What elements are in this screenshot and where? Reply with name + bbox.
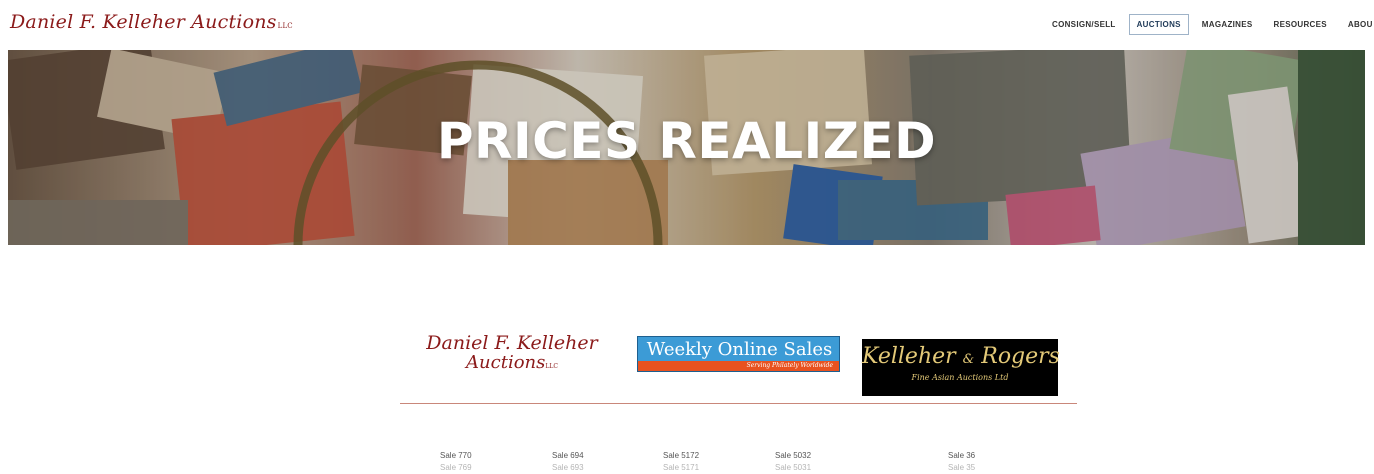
brand-kr-amp: & xyxy=(962,352,975,367)
nav-consign-sell[interactable]: CONSIGN/SELL xyxy=(1044,14,1124,35)
sale-list-kelleher-rogers: Sale 36 Sale 35 xyxy=(948,450,975,474)
page-title: PRICES REALIZED xyxy=(436,112,937,170)
sale-link[interactable]: Sale 769 xyxy=(440,462,472,474)
brand-kr-title: Kelleher & Rogers xyxy=(862,344,1060,369)
brand-wos-title: Weekly Online Sales xyxy=(646,339,833,360)
sale-link[interactable]: Sale 770 xyxy=(440,450,472,462)
main-nav: CONSIGN/SELL AUCTIONS MAGAZINES RESOURCES AB… xyxy=(1044,14,1374,36)
brand-wos-bar: Serving Philately Worldwide xyxy=(638,361,839,371)
nav-about[interactable]: ABOU xyxy=(1340,14,1374,35)
sale-link[interactable]: Sale 35 xyxy=(948,462,975,474)
hero-banner: PRICES REALIZED xyxy=(8,50,1365,245)
sale-link[interactable]: Sale 5171 xyxy=(663,462,699,474)
sale-list-dfk-2: Sale 694 Sale 693 xyxy=(552,450,584,474)
brand-kr-title-a: Kelleher xyxy=(862,344,956,369)
brand-dfk-line1: Daniel F. Kelleher xyxy=(426,332,598,354)
brand-kr-sub: Fine Asian Auctions xyxy=(911,373,993,382)
site-logo-suffix: LLC xyxy=(277,22,293,30)
brand-weekly-online-sales-logo[interactable]: Weekly Online Sales Serving Philately Wo… xyxy=(637,336,840,372)
sale-link[interactable]: Sale 5031 xyxy=(775,462,811,474)
sale-link[interactable]: Sale 693 xyxy=(552,462,584,474)
nav-magazines[interactable]: MAGAZINES xyxy=(1194,14,1261,35)
nav-auctions[interactable]: AUCTIONS xyxy=(1128,14,1189,35)
sale-list-weekly-online: Sale 5172 Sale 5171 xyxy=(663,450,699,474)
site-logo[interactable]: Daniel F. Kelleher AuctionsLLC xyxy=(10,11,293,33)
sale-list-dfk: Sale 770 Sale 769 xyxy=(440,450,472,474)
brand-dfk-line2: Auctions xyxy=(466,352,546,373)
sale-lists: Sale 770 Sale 769 Sale 694 Sale 693 Sale… xyxy=(0,450,1374,473)
site-header: Daniel F. Kelleher AuctionsLLC CONSIGN/S… xyxy=(0,0,1374,50)
brand-kr-subtitle: Fine Asian Auctions Ltd xyxy=(862,373,1058,382)
brand-wos-tagline: Serving Philately Worldwide xyxy=(746,362,833,369)
nav-resources[interactable]: RESOURCES xyxy=(1266,14,1335,35)
sale-link[interactable]: Sale 5032 xyxy=(775,450,811,462)
brand-kr-title-b: Rogers xyxy=(981,344,1060,369)
brand-dfk-suffix: LLC xyxy=(545,363,558,370)
brand-kr-suffix: Ltd xyxy=(994,373,1009,382)
sale-list-weekly-online-2: Sale 5032 Sale 5031 xyxy=(775,450,811,474)
brand-dfk-logo[interactable]: Daniel F. Kelleher AuctionsLLC xyxy=(412,334,612,376)
sale-link[interactable]: Sale 694 xyxy=(552,450,584,462)
brand-kelleher-rogers-logo[interactable]: Kelleher & Rogers Fine Asian Auctions Lt… xyxy=(862,339,1060,396)
section-divider xyxy=(400,403,1077,404)
site-logo-text: Daniel F. Kelleher Auctions xyxy=(10,11,277,33)
auction-brands: Daniel F. Kelleher AuctionsLLC Weekly On… xyxy=(0,330,1374,400)
sale-link[interactable]: Sale 5172 xyxy=(663,450,699,462)
sale-link[interactable]: Sale 36 xyxy=(948,450,975,462)
